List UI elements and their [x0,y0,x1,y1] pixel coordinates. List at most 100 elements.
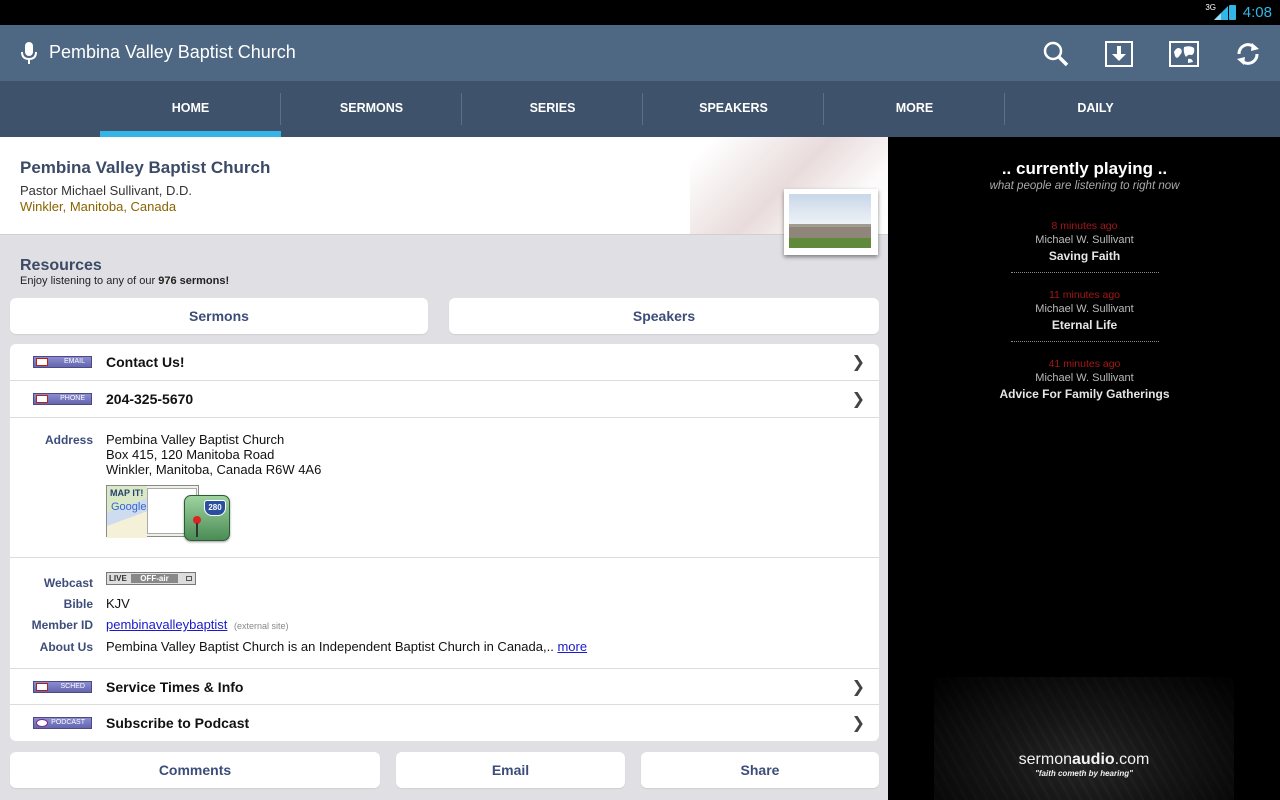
sermon-title: Eternal Life [1051,318,1118,332]
share-button[interactable]: Share [641,752,879,788]
about-us-text: Pembina Valley Baptist Church is an Inde… [106,639,554,654]
status-time: 4:08 [1242,4,1272,21]
dotted-divider [1010,341,1159,342]
chevron-right-icon: ❯ [851,715,865,732]
tab-label: SPEAKERS [699,101,768,115]
maps-app-icon: 280 [184,495,230,541]
podcast-row[interactable]: PODCAST Subscribe to Podcast ❯ [10,705,879,741]
speaker-name: Michael W. Sullivant [1035,372,1134,384]
played-time: 8 minutes ago [1051,220,1118,232]
podcast-label: Subscribe to Podcast [106,715,250,731]
sermon-title: Saving Faith [1048,249,1121,263]
tab-sermons[interactable]: SERMONS [281,81,462,137]
church-photo[interactable] [784,189,878,255]
played-time: 41 minutes ago [1048,358,1121,370]
service-times-row[interactable]: SCHED Service Times & Info ❯ [10,668,879,705]
mic-icon[interactable] [20,41,38,65]
tab-speakers[interactable]: SPEAKERS [643,81,824,137]
download-icon[interactable] [1103,38,1135,70]
tab-label: SERMONS [339,101,404,115]
webcast-status: OFF-air [131,574,178,583]
logo-backdrop [934,677,1234,800]
external-site-note: (external site) [234,621,289,631]
tab-more[interactable]: MORE [824,81,1005,137]
church-header: Pembina Valley Baptist Church Pastor Mic… [0,137,888,235]
brand-name: sermonaudio.com [934,751,1234,769]
church-info-card: EMAIL Contact Us! ❯ PHONE 204-325-5670 ❯… [10,344,879,741]
photo-sky [789,194,871,224]
webcast-status-badge: LIVE OFF-air [106,572,196,585]
speaker-name: Michael W. Sullivant [1035,303,1134,315]
about-us-label: About Us [39,640,93,654]
tab-home[interactable]: HOME [100,81,281,137]
email-badge-icon: EMAIL [33,356,92,368]
badge-text: PODCAST [51,719,85,726]
sermons-button[interactable]: Sermons [10,298,428,334]
subtitle-text: Enjoy listening to any of our [20,275,159,287]
tab-series[interactable]: SERIES [462,81,643,137]
status-bar: 3G 4:08 [0,0,1280,25]
address-line-1: Pembina Valley Baptist Church [106,432,285,447]
photo-building [789,224,871,238]
bible-label: Bible [63,597,93,611]
played-time: 11 minutes ago [1048,289,1121,301]
battery-icon [1229,5,1236,20]
email-button[interactable]: Email [396,752,625,788]
tab-daily[interactable]: DAILY [1005,81,1186,137]
now-playing-item[interactable]: 11 minutes ago Michael W. Sullivant Eter… [889,289,1280,342]
address-line-2: Box 415, 120 Manitoba Road [106,447,275,462]
divider [10,557,879,558]
action-bar: Pembina Valley Baptist Church [0,25,1280,81]
about-more-link[interactable]: more [557,639,587,654]
address-label: Address [44,433,93,447]
badge-text: EMAIL [63,358,85,365]
member-id-link[interactable]: pembinavalleybaptist [106,617,227,632]
contact-us-row[interactable]: EMAIL Contact Us! ❯ [10,344,879,381]
tab-label: SERIES [529,101,576,115]
phone-row[interactable]: PHONE 204-325-5670 ❯ [10,381,879,418]
member-id-label: Member ID [31,618,93,632]
chevron-right-icon: ❯ [851,391,865,408]
comments-button[interactable]: Comments [10,752,380,788]
now-playing-panel: .. currently playing .. what people are … [889,137,1280,800]
dotted-divider [1010,272,1159,273]
tab-label: MORE [895,101,934,115]
church-name: Pembina Valley Baptist Church [20,158,271,177]
about-us-row: Pembina Valley Baptist Church is an Inde… [106,639,587,654]
refresh-icon[interactable] [1232,38,1264,70]
resources-subtitle: Enjoy listening to any of our 976 sermon… [20,275,229,287]
sermon-count: 976 sermons! [158,275,230,287]
church-detail-panel: Pembina Valley Baptist Church Pastor Mic… [0,137,888,800]
live-text: LIVE [109,574,127,583]
now-playing-item[interactable]: 41 minutes ago Michael W. Sullivant Advi… [889,358,1280,401]
photo-lawn [789,238,871,248]
google-logo: Google [111,501,147,513]
chevron-right-icon: ❯ [851,354,865,371]
tab-bar: HOME SERMONS SERIES SPEAKERS MORE DAILY [0,81,1280,137]
chevron-right-icon: ❯ [851,679,865,696]
map-icon[interactable] [1168,38,1200,70]
now-playing-heading: .. currently playing .. [1001,159,1168,178]
search-icon[interactable] [1040,38,1072,70]
tab-label: HOME [171,101,210,115]
now-playing-item[interactable]: 8 minutes ago Michael W. Sullivant Savin… [889,220,1280,273]
brand-part: .com [1114,751,1150,768]
speaker-name: Michael W. Sullivant [1035,234,1134,246]
phone-number: 204-325-5670 [106,391,194,407]
member-id-row: pembinavalleybaptist (external site) [106,617,289,632]
sermon-title: Advice For Family Gatherings [999,387,1170,401]
address-line-3: Winkler, Manitoba, Canada R6W 4A6 [106,462,322,477]
webcast-label: Webcast [43,576,93,590]
signal-icon [1214,6,1228,20]
calendar-badge-icon: SCHED [33,681,92,693]
map-it-button[interactable]: MAP IT! Google 280 [106,485,232,543]
speakers-button[interactable]: Speakers [449,298,879,334]
brand-part: audio [1072,751,1115,768]
map-pin-stem [196,523,198,537]
route-shield: 280 [204,500,226,516]
now-playing-subheading: what people are listening to right now [989,180,1180,192]
resources-heading: Resources [20,257,102,274]
bible-value: KJV [106,596,130,611]
phone-badge-icon: PHONE [33,393,92,405]
brand-tagline: "faith cometh by hearing" [1035,769,1133,778]
